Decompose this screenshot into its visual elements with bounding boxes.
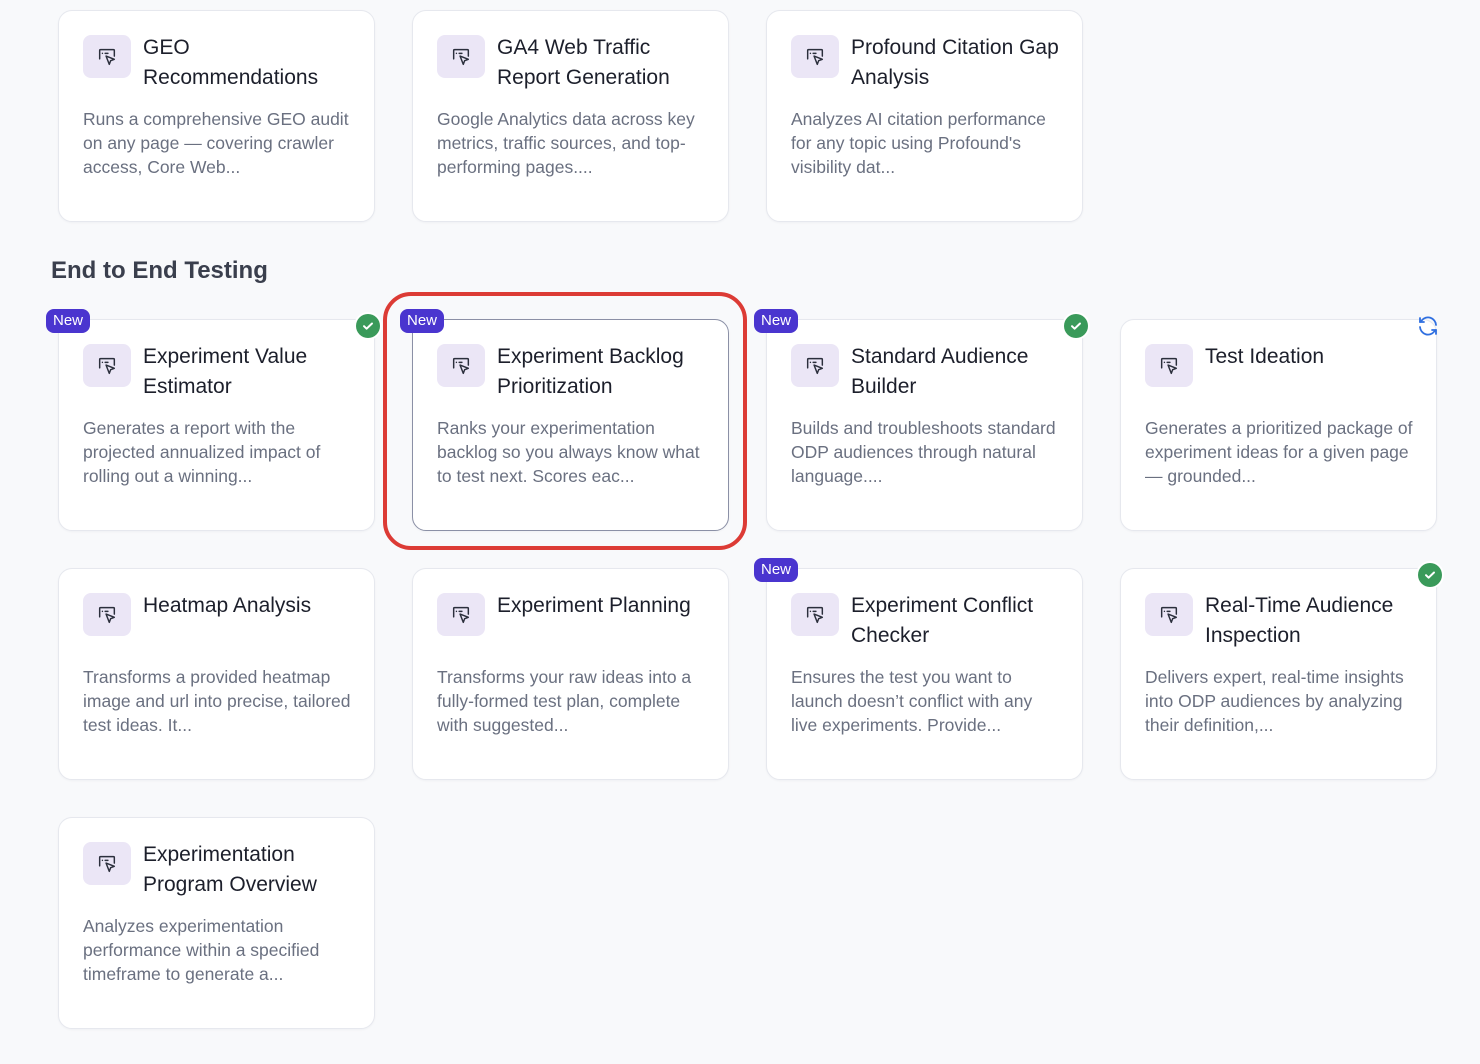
agent-card-experiment-planning[interactable]: Experiment Planning Transforms your raw …: [412, 568, 729, 780]
new-badge: New: [400, 309, 445, 333]
card-header: Experimentation Program Overview: [83, 842, 356, 900]
card-title: GA4 Web Traffic Report Generation: [497, 36, 670, 89]
card-description: Transforms a provided heatmap image and …: [83, 667, 351, 735]
card-header: Experiment Conflict Checker: [791, 593, 1064, 651]
card-description: Delivers expert, real-time insights into…: [1145, 667, 1404, 735]
card-title: Experiment Value Estimator: [143, 345, 308, 398]
section-title: End to End Testing: [51, 257, 268, 284]
card-description: Google Analytics data across key metrics…: [437, 109, 695, 177]
cursor-click-icon: [1145, 593, 1193, 636]
card-description: Generates a report with the projected an…: [83, 418, 321, 486]
card-header: GEO Recommendations: [83, 35, 356, 93]
agent-card-standard-audience-builder[interactable]: New Standard Audience Builder Builds and…: [754, 309, 1088, 531]
cursor-click-icon: [1145, 344, 1193, 387]
check-circle-icon: [1064, 314, 1088, 338]
cursor-click-icon: [83, 35, 131, 78]
card-description: Analyzes AI citation performance for any…: [791, 109, 1046, 177]
card-header: Heatmap Analysis: [83, 593, 356, 636]
cursor-click-icon: [791, 344, 839, 387]
card-header: Profound Citation Gap Analysis: [791, 35, 1064, 93]
cursor-click-icon: [83, 344, 131, 387]
card-description: Generates a prioritized package of exper…: [1145, 418, 1413, 486]
agent-card-profound-citation[interactable]: Profound Citation Gap Analysis Analyzes …: [766, 10, 1083, 222]
card-description: Builds and troubleshoots standard ODP au…: [791, 418, 1056, 486]
check-circle-icon: [356, 314, 380, 338]
card-description: Transforms your raw ideas into a fully-f…: [437, 667, 692, 735]
check-circle-icon: [1418, 563, 1442, 587]
agent-card-experiment-backlog-prioritization[interactable]: New Experiment Backlog Prioritization Ra…: [400, 309, 729, 531]
agent-card-heatmap-analysis[interactable]: Heatmap Analysis Transforms a provided h…: [58, 568, 375, 780]
card-title: GEO Recommendations: [143, 36, 319, 89]
agent-card-real-time-audience-inspection[interactable]: Real-Time Audience Inspection Delivers e…: [1120, 563, 1442, 780]
cursor-click-icon: [437, 344, 485, 387]
card-title: Test Ideation: [1205, 345, 1325, 368]
card-title: Experimentation Program Overview: [143, 843, 317, 896]
cursor-click-icon: [83, 593, 131, 636]
card-header: Experiment Value Estimator: [83, 344, 356, 402]
card-description: Ensures the test you want to launch does…: [791, 667, 1033, 735]
card-header: Real-Time Audience Inspection: [1145, 593, 1418, 651]
card-header: Test Ideation: [1145, 344, 1418, 387]
card-title: Experiment Planning: [497, 594, 691, 617]
agent-card-experiment-conflict-checker[interactable]: New Experiment Conflict Checker Ensures …: [754, 558, 1083, 780]
card-description: Runs a comprehensive GEO audit on any pa…: [83, 109, 349, 177]
card-title: Experiment Backlog Prioritization: [497, 345, 684, 398]
card-header: Standard Audience Builder: [791, 344, 1064, 402]
cursor-click-icon: [437, 35, 485, 78]
cursor-click-icon: [437, 593, 485, 636]
card-title: Profound Citation Gap Analysis: [851, 36, 1059, 89]
agent-card-geo-recommendations[interactable]: GEO Recommendations Runs a comprehensive…: [58, 10, 375, 222]
card-header: GA4 Web Traffic Report Generation: [437, 35, 710, 93]
new-badge: New: [46, 309, 91, 333]
card-description: Analyzes experimentation performance wit…: [83, 916, 320, 984]
agent-card-experiment-value-estimator[interactable]: New Experiment Value Estimator Generates…: [46, 309, 380, 531]
card-header: Experiment Backlog Prioritization: [437, 344, 710, 402]
card-description: Ranks your experimentation backlog so yo…: [437, 418, 700, 486]
card-title: Experiment Conflict Checker: [851, 594, 1034, 647]
new-badge: New: [754, 558, 799, 582]
cursor-click-icon: [791, 593, 839, 636]
cursor-click-icon: [83, 842, 131, 885]
agent-card-experimentation-program-overview[interactable]: Experimentation Program Overview Analyze…: [58, 817, 375, 1029]
card-title: Heatmap Analysis: [143, 594, 312, 617]
card-title: Real-Time Audience Inspection: [1205, 594, 1394, 647]
new-badge: New: [754, 309, 799, 333]
card-title: Standard Audience Builder: [851, 345, 1029, 398]
agent-card-test-ideation[interactable]: Test Ideation Generates a prioritized pa…: [1120, 316, 1437, 531]
sync-icon[interactable]: [1414, 312, 1442, 340]
cursor-click-icon: [791, 35, 839, 78]
card-header: Experiment Planning: [437, 593, 710, 636]
agent-card-ga4-web-traffic[interactable]: GA4 Web Traffic Report Generation Google…: [412, 10, 729, 222]
agent-directory-page: GEO Recommendations Runs a comprehensive…: [0, 0, 1480, 1064]
